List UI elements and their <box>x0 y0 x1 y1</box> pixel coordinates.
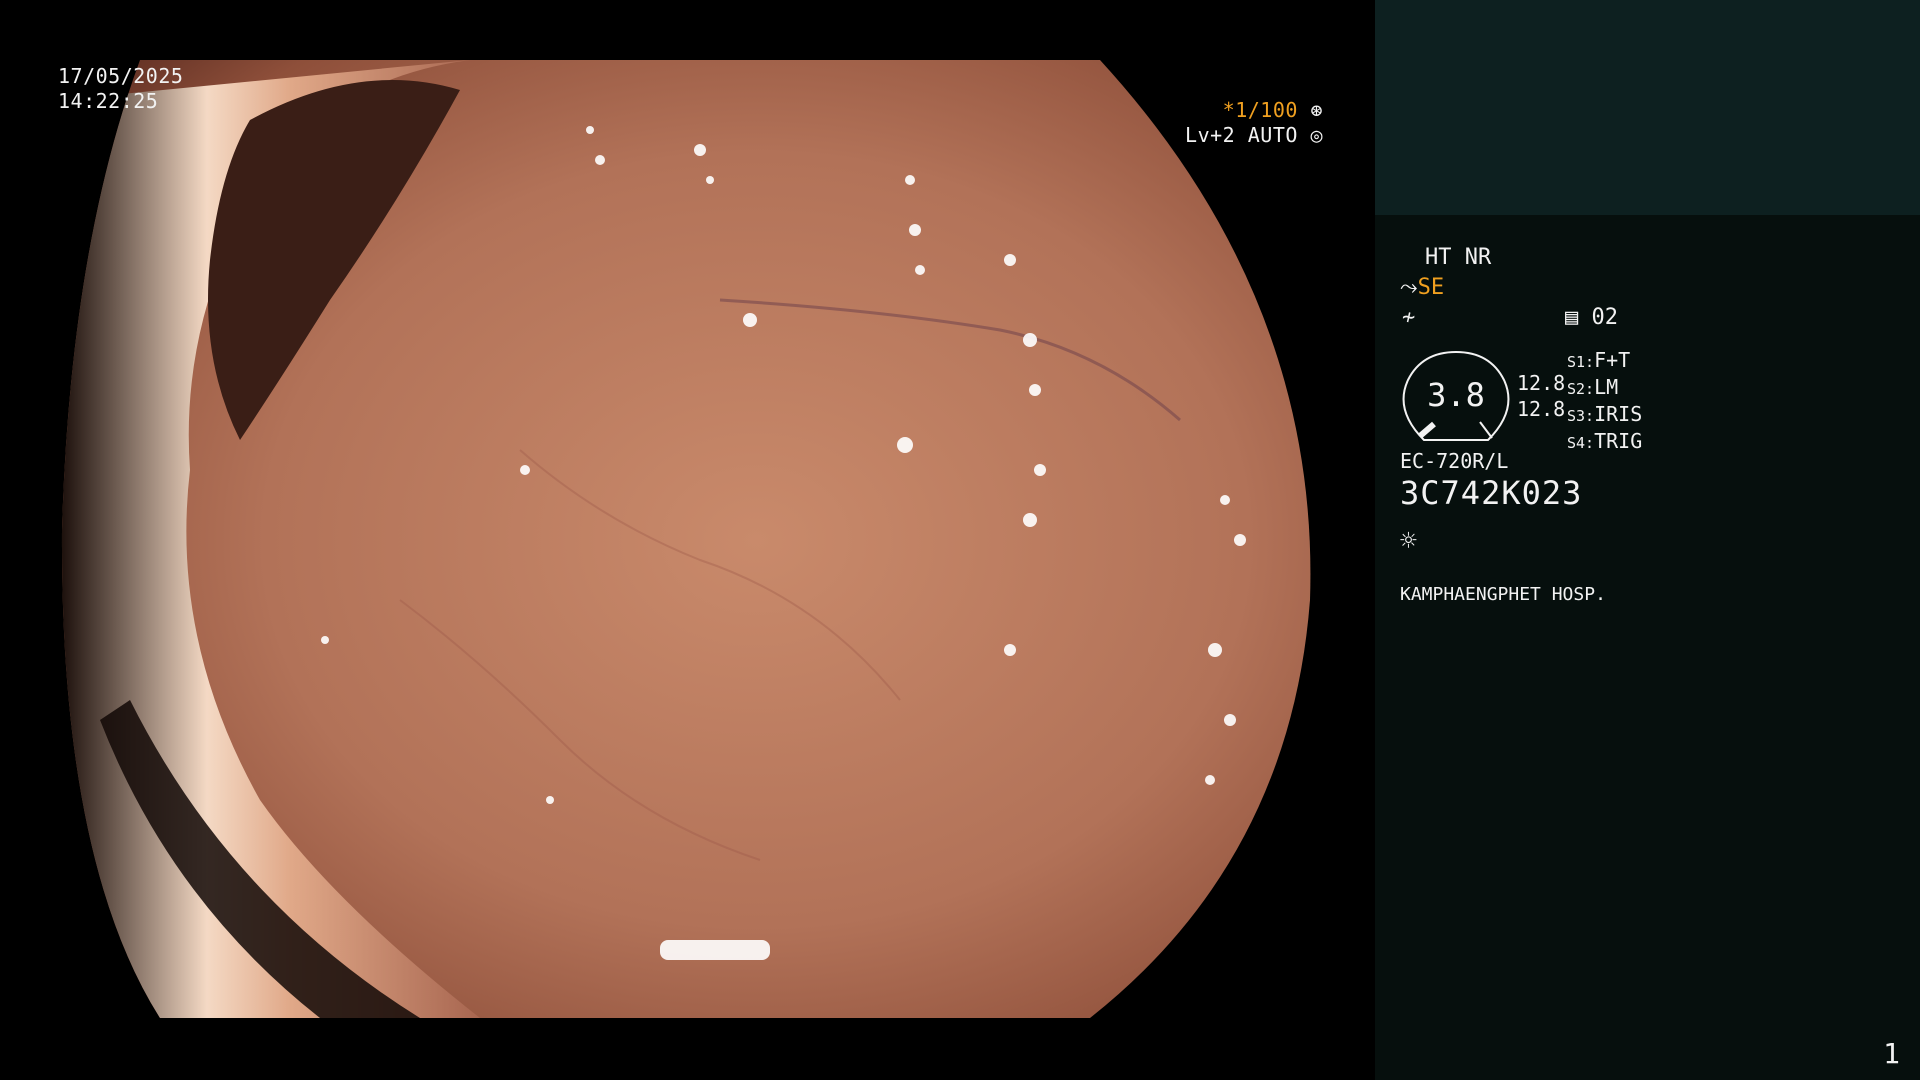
page-number: 1 <box>1883 1037 1900 1070</box>
time-label: 14:22:25 <box>58 89 159 113</box>
switch-item: S2:LM <box>1567 375 1619 399</box>
structure-row: ⤳SE <box>1400 275 1444 301</box>
mode-label: HT NR <box>1425 245 1492 270</box>
endoscopic-image <box>61 60 1311 1018</box>
structure-enhance-icon: ⤳ <box>1400 275 1418 300</box>
memory-row: ▤ 02 <box>1565 305 1618 331</box>
memory-icon: ▤ <box>1565 305 1579 330</box>
shutter-speed-label: *1/100 <box>1222 98 1298 122</box>
level-row: Lv+2 AUTO ◎ <box>1185 123 1323 148</box>
scope-serial: 3C742K023 <box>1400 474 1583 512</box>
switch-item: S3:IRIS <box>1567 402 1643 426</box>
hospital-name: KAMPHAENGPHET HOSP. <box>1400 584 1606 605</box>
memory-value: 02 <box>1591 305 1619 330</box>
info-sidebar: HT NR ⤳SE ≁ ▤ 02 3.8 12.8 12.8 S1:F+T S2… <box>1375 215 1920 1080</box>
level-label: Lv+2 AUTO <box>1185 123 1298 147</box>
switch-list: S1:F+T S2:LM S3:IRIS S4:TRIG <box>1567 348 1642 456</box>
scope-model: EC-720R/L <box>1400 449 1509 473</box>
brightness-icon: ☼ <box>1400 524 1417 557</box>
endoscope-viewport: 17/05/2025 14:22:25 *1/100 ⊛ Lv+2 AUTO ◎ <box>0 0 1375 1080</box>
date-time-display: 17/05/2025 14:22:25 <box>58 64 183 114</box>
gauge-value: 3.8 <box>1427 376 1485 414</box>
shutter-row: *1/100 ⊛ <box>1185 98 1323 123</box>
exposure-display: *1/100 ⊛ Lv+2 AUTO ◎ <box>1185 98 1323 148</box>
gauge-scale-top: 12.8 <box>1517 371 1566 395</box>
contrast-icon: ≁ <box>1402 305 1416 330</box>
gauge: 3.8 <box>1400 350 1512 442</box>
gauge-scale: 12.8 12.8 <box>1517 370 1565 422</box>
aperture-icon: ⊛ <box>1310 98 1323 122</box>
structure-mode-label: SE <box>1417 275 1445 300</box>
date-label: 17/05/2025 <box>58 64 184 88</box>
switch-item: S4:TRIG <box>1567 429 1643 453</box>
switch-item: S1:F+T <box>1567 348 1631 372</box>
sidebar-header-panel <box>1375 0 1920 215</box>
iris-icon: ◎ <box>1310 123 1323 147</box>
gauge-scale-bottom: 12.8 <box>1517 397 1566 421</box>
